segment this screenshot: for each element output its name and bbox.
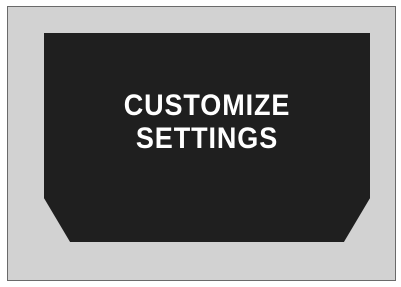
display-message: CUSTOMIZE SETTINGS [60,89,353,155]
message-line-2: SETTINGS [135,122,279,155]
message-line-1: CUSTOMIZE [123,89,291,122]
display-panel: CUSTOMIZE SETTINGS [7,6,396,281]
info-display-screen: CUSTOMIZE SETTINGS [44,33,370,242]
